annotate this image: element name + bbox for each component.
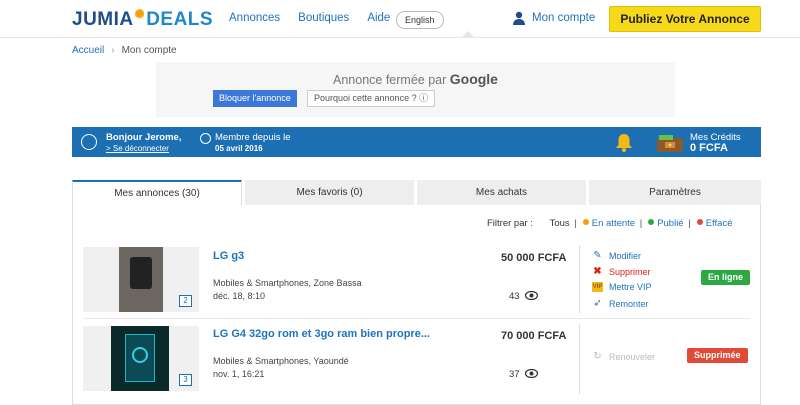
renew-icon: ↻ [593, 351, 602, 362]
cross-icon: ✖ [593, 266, 602, 277]
vip-action[interactable]: VIP Mettre VIP [592, 282, 652, 292]
filter-label: Filtrer par : [487, 218, 533, 229]
logo-deals: DEALS [146, 9, 214, 30]
row-divider [83, 318, 750, 319]
actions-divider [579, 245, 580, 313]
listing-thumbnail[interactable]: 2 [83, 247, 199, 312]
listing-price: 70 000 FCFA [501, 330, 567, 342]
account-label: Mon compte [532, 12, 596, 24]
photo-count: 3 [179, 374, 192, 386]
block-ad-button[interactable]: Bloquer l'annonce [213, 90, 297, 107]
listing-date: déc. 18, 8:10 [213, 291, 266, 301]
modify-action[interactable]: ✎ Modifier [592, 250, 641, 261]
user-bar: Bonjour Jerome, > Se déconnecter Membre … [72, 127, 761, 157]
status-filter: Filtrer par : Tous | En attente | Publié |… [487, 218, 732, 229]
bump-label: Remonter [609, 298, 649, 309]
user-circle-icon [81, 134, 97, 150]
tab-parametres[interactable]: Paramètres [589, 180, 761, 205]
listing-views: 37 [509, 369, 520, 380]
why-this-ad-button[interactable]: Pourquoi cette annonce ? ⓘ [307, 90, 436, 107]
phone-body [130, 257, 152, 289]
breadcrumb-current: Mon compte [121, 45, 177, 56]
logo-star-icon: ✺ [134, 7, 146, 21]
listing-title[interactable]: LG G4 32go rom et 3go ram bien propre... [213, 328, 430, 340]
logout-link[interactable]: > Se déconnecter [106, 144, 169, 153]
listing-category: Mobiles & Smartphones, Yaoundé [213, 356, 349, 366]
listing-category: Mobiles & Smartphones, Zone Bassa [213, 278, 362, 288]
ad-closed-text: Annonce fermée par Google [156, 71, 675, 87]
listing-views: 43 [509, 291, 520, 302]
bump-action[interactable]: ➶ Remonter [592, 298, 649, 309]
member-since-date: 05 avril 2016 [215, 144, 263, 153]
ad-closed-label: Annonce fermée par [333, 73, 447, 87]
phone-photo [111, 326, 169, 391]
published-dot-icon [648, 219, 655, 225]
filter-deleted[interactable]: Effacé [706, 218, 733, 229]
renew-label: Renouveler [609, 351, 656, 362]
credits-value: 0 FCFA [690, 142, 728, 154]
site-logo[interactable]: JUMIA✺DEALS [72, 7, 214, 31]
user-icon [513, 11, 525, 25]
status-badge: Supprimée [687, 348, 748, 363]
listing-date: nov. 1, 16:21 [213, 369, 265, 379]
account-tabs: Mes annonces (30) Mes favoris (0) Mes ac… [72, 180, 761, 205]
pending-dot-icon [582, 219, 589, 225]
ad-google-brand: Google [449, 71, 498, 87]
deleted-dot-icon [696, 219, 703, 225]
eye-icon [525, 369, 538, 378]
phone-photo [119, 247, 163, 312]
actions-divider [579, 324, 580, 394]
breadcrumb-separator-icon: › [111, 45, 115, 56]
nav-boutiques[interactable]: Boutiques [298, 12, 349, 24]
filter-separator: | [688, 218, 691, 229]
phone-screen [125, 334, 155, 382]
filter-separator: | [639, 218, 643, 229]
pencil-icon: ✎ [593, 250, 602, 261]
account-link[interactable]: Mon compte [512, 11, 595, 25]
renew-action[interactable]: ↻ Renouveler [592, 351, 655, 362]
breadcrumb-home[interactable]: Accueil [72, 45, 104, 56]
delete-action[interactable]: ✖ Supprimer [592, 266, 651, 277]
user-greeting: Bonjour Jerome, [106, 132, 182, 143]
breadcrumb: Accueil › Mon compte [72, 45, 177, 56]
main-nav: Annonces Boutiques Aide [229, 12, 390, 24]
modify-label: Modifier [609, 250, 642, 261]
dropdown-notch [461, 31, 475, 38]
listing-price: 50 000 FCFA [501, 252, 567, 264]
tab-mes-achats[interactable]: Mes achats [417, 180, 586, 205]
vip-label: Mettre VIP [609, 282, 652, 292]
delete-label: Supprimer [609, 266, 651, 277]
publish-ad-button[interactable]: Publiez Votre Annonce [609, 6, 761, 32]
status-badge: En ligne [701, 270, 751, 285]
eye-icon [525, 291, 538, 300]
listing-title[interactable]: LG g3 [213, 250, 244, 262]
tab-mes-favoris[interactable]: Mes favoris (0) [245, 180, 414, 205]
bell-icon[interactable] [614, 133, 634, 152]
rocket-icon: ➶ [593, 298, 602, 309]
filter-pending[interactable]: En attente [592, 218, 635, 229]
tab-mes-annonces[interactable]: Mes annonces (30) [72, 180, 242, 205]
filter-published[interactable]: Publié [657, 218, 683, 229]
phone-screen-ring [132, 347, 148, 363]
member-since-label: Membre depuis le [215, 132, 291, 143]
filter-separator: | [574, 218, 577, 229]
filter-all[interactable]: Tous [550, 218, 570, 229]
listing-thumbnail[interactable]: 3 [83, 326, 199, 391]
nav-aide[interactable]: Aide [367, 12, 390, 24]
clock-icon [200, 133, 211, 144]
vip-icon: VIP [592, 282, 603, 292]
nav-annonces[interactable]: Annonces [229, 12, 280, 24]
wallet-icon [657, 135, 683, 152]
logo-jumia: JUMIA [72, 9, 134, 30]
photo-count: 2 [179, 295, 192, 307]
language-button[interactable]: English [396, 11, 444, 29]
